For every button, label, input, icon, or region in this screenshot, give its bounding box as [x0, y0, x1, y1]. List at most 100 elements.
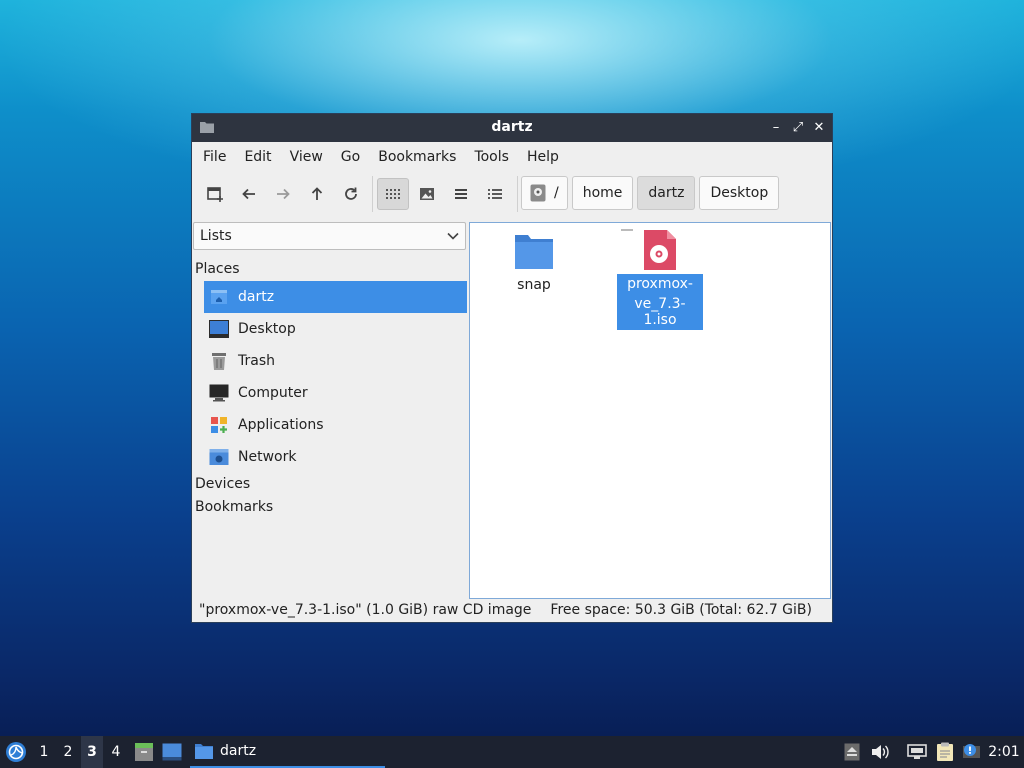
file-name: snap: [517, 277, 551, 293]
breadcrumb: / home dartz Desktop: [521, 176, 780, 212]
reload-button[interactable]: [335, 178, 367, 210]
toolbar-separator: [517, 176, 518, 212]
minimize-button[interactable]: –: [766, 118, 786, 138]
taskbar: 1 2 3 4 dartz 2:01: [0, 736, 1024, 768]
menu-bar: File Edit View Go Bookmarks Tools Help: [192, 142, 832, 172]
file-cabinet-icon: [135, 743, 153, 761]
file-name-line: proxmox-: [617, 274, 703, 294]
icon-view-icon: [386, 189, 400, 199]
thumbnail-view-icon: [420, 188, 434, 200]
workspace-4[interactable]: 4: [105, 736, 127, 768]
status-bar: "proxmox-ve_7.3-1.iso" (1.0 GiB) raw CD …: [192, 600, 832, 622]
sidebar-item-trash[interactable]: Trash: [204, 345, 467, 377]
eject-icon: [844, 743, 860, 761]
sidebar-item-label: Computer: [238, 385, 308, 401]
computer-icon: [209, 383, 229, 403]
file-item-snap[interactable]: snap: [499, 231, 569, 293]
clipboard-icon: [937, 742, 953, 761]
menu-tools[interactable]: Tools: [465, 149, 518, 165]
side-pane-mode-select[interactable]: Lists: [193, 222, 466, 250]
sidebar-item-label: Trash: [238, 353, 275, 369]
workspace-1[interactable]: 1: [33, 736, 55, 768]
free-space-info: Free space: 50.3 GiB (Total: 62.7 GiB): [550, 602, 812, 618]
breadcrumb-item-desktop[interactable]: Desktop: [699, 176, 780, 210]
menu-go[interactable]: Go: [332, 149, 369, 165]
sidebar-item-label: Applications: [238, 417, 324, 433]
desktop-icon: [162, 743, 182, 761]
file-name-line: ve_7.3-1.iso: [617, 294, 703, 330]
up-icon: [311, 187, 323, 200]
breadcrumb-root-label: /: [554, 185, 559, 201]
bookmarks-heading[interactable]: Bookmarks: [195, 499, 273, 515]
side-pane-mode-value: Lists: [200, 228, 232, 244]
detailed-list-view-icon: [488, 189, 502, 199]
places-heading[interactable]: Places: [195, 261, 240, 277]
sidebar-item-computer[interactable]: Computer: [204, 377, 467, 409]
notification-tray-button[interactable]: [960, 736, 984, 768]
start-menu-button[interactable]: [3, 736, 29, 768]
volume-button[interactable]: [869, 736, 891, 768]
new-tab-button[interactable]: [199, 178, 231, 210]
devices-heading[interactable]: Devices: [195, 476, 250, 492]
clipboard-tray-button[interactable]: [933, 736, 957, 768]
folder-icon: [515, 235, 553, 269]
sidebar-item-desktop[interactable]: Desktop: [204, 313, 467, 345]
maximize-button[interactable]: ⤢: [788, 118, 808, 138]
clock[interactable]: 2:01: [986, 736, 1022, 768]
disc-image-icon: [644, 230, 676, 270]
icon-view-button[interactable]: [377, 178, 409, 210]
new-tab-icon: [207, 187, 223, 202]
taskbar-window-label: dartz: [220, 743, 257, 759]
menu-help[interactable]: Help: [518, 149, 568, 165]
up-button[interactable]: [301, 178, 333, 210]
compact-view-button[interactable]: [445, 178, 477, 210]
back-icon: [242, 188, 255, 200]
file-view[interactable]: snap proxmox- ve_7.3-1.iso: [469, 222, 831, 599]
breadcrumb-item-dartz[interactable]: dartz: [637, 176, 696, 210]
forward-icon: [277, 188, 290, 200]
workspace-3[interactable]: 3: [81, 736, 103, 768]
window-title: dartz: [491, 119, 533, 135]
sidebar-item-network[interactable]: Network: [204, 441, 467, 473]
chevron-down-icon: [447, 232, 459, 240]
sidebar-item-label: dartz: [238, 289, 275, 305]
taskbar-window-dartz[interactable]: dartz: [190, 736, 385, 768]
sidebar-item-applications[interactable]: Applications: [204, 409, 467, 441]
forward-button[interactable]: [267, 178, 299, 210]
network-tray-button[interactable]: [905, 736, 929, 768]
lubuntu-logo-icon: [6, 742, 26, 762]
network-icon: [209, 447, 229, 467]
applications-icon: [209, 415, 229, 435]
speaker-icon: [872, 745, 889, 759]
detailed-list-view-button[interactable]: [479, 178, 511, 210]
thumbnail-view-button[interactable]: [411, 178, 443, 210]
selection-marker: [621, 229, 633, 231]
menu-bookmarks[interactable]: Bookmarks: [369, 149, 465, 165]
eject-button[interactable]: [842, 736, 862, 768]
home-folder-icon: [209, 287, 229, 307]
breadcrumb-item-home[interactable]: home: [571, 176, 634, 210]
sidebar-item-label: Desktop: [238, 321, 296, 337]
sidebar-item-dartz[interactable]: dartz: [204, 281, 467, 313]
file-manager-launcher[interactable]: [132, 736, 156, 768]
breadcrumb-root[interactable]: /: [521, 176, 568, 210]
show-desktop-button[interactable]: [160, 736, 184, 768]
menu-view[interactable]: View: [281, 149, 332, 165]
file-item-proxmox-iso[interactable]: proxmox- ve_7.3-1.iso: [617, 229, 703, 330]
close-button[interactable]: ✕: [809, 118, 829, 138]
reload-icon: [345, 187, 357, 200]
compact-view-icon: [455, 189, 467, 199]
selection-info: "proxmox-ve_7.3-1.iso" (1.0 GiB) raw CD …: [199, 602, 532, 618]
title-bar[interactable]: dartz – ⤢ ✕: [192, 114, 832, 142]
drive-icon: [530, 184, 546, 202]
menu-file[interactable]: File: [194, 149, 235, 165]
wired-network-icon: [907, 744, 927, 759]
back-button[interactable]: [233, 178, 265, 210]
workspace-2[interactable]: 2: [57, 736, 79, 768]
sidebar-item-label: Network: [238, 449, 297, 465]
desktop-icon: [209, 319, 229, 339]
trash-icon: [209, 351, 229, 371]
update-notifier-icon: [963, 744, 980, 758]
menu-edit[interactable]: Edit: [235, 149, 280, 165]
toolbar: / home dartz Desktop: [192, 172, 832, 216]
